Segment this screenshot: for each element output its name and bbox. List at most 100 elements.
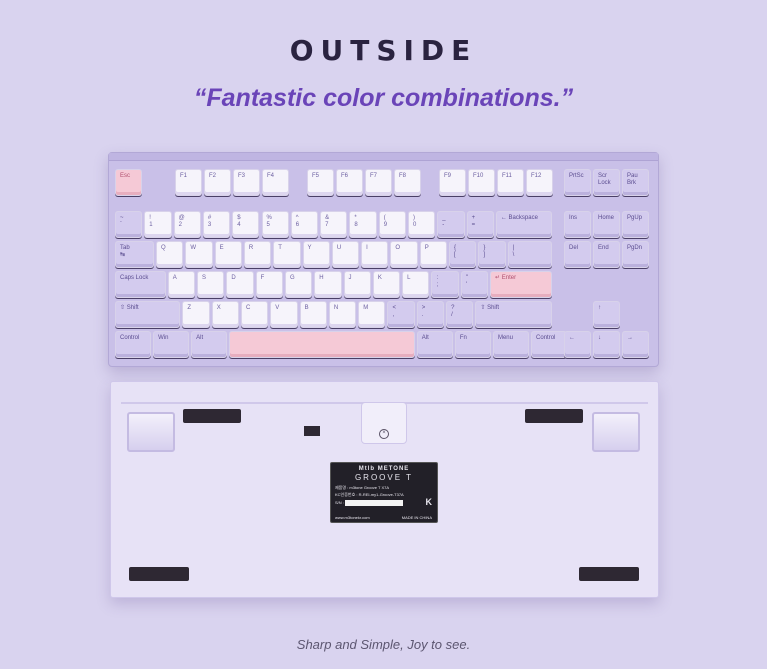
key-shift-row-2: X	[211, 301, 239, 328]
key-shift-row-3: C	[240, 301, 269, 328]
key-fn-row-4: F4	[262, 169, 290, 196]
key-bottom-row-8: ←	[564, 331, 592, 358]
key-tab-row-13: | \	[507, 241, 553, 268]
product-label: Mtlb METONE GROOVE T 제품명 : m3tone Groove…	[330, 462, 438, 523]
key-tab-row-3: E	[214, 241, 242, 268]
rubber-pad-bottom-right	[579, 567, 639, 581]
key-fn-row-3: F3	[233, 169, 261, 196]
key-fn-row-14: Scr Lock	[593, 169, 621, 196]
section-heading: OUTSIDE	[289, 34, 478, 67]
key-shift-row-5: B	[299, 301, 327, 328]
key-shift-row-6: N	[328, 301, 357, 328]
key-tab-row-2: W	[185, 241, 213, 268]
key-tab-row-12: } ]	[478, 241, 506, 268]
key-bottom-row-6: Menu	[492, 331, 530, 358]
key-caps-row-6: H	[314, 271, 342, 298]
key-fn-row-7: F7	[365, 169, 393, 196]
right-foot-stand	[592, 412, 640, 452]
key-num-row-6: ^ 6	[290, 211, 319, 238]
key-shift-row-4: V	[270, 301, 298, 328]
key-tab-row-16: PgDn	[622, 241, 650, 268]
key-num-row-9: ( 9	[378, 211, 406, 238]
key-tab-row-7: U	[331, 241, 360, 268]
key-tab-row-8: I	[361, 241, 389, 268]
label-line-product: 제품명 : m3tone Groove T X7A	[335, 485, 390, 490]
label-website: www.m3tonekr.com	[335, 515, 370, 520]
key-bottom-row-2: Alt	[191, 331, 228, 358]
key-num-row-5: % 5	[261, 211, 289, 238]
left-foot-stand	[127, 412, 175, 452]
cable-channel: ×	[361, 402, 407, 444]
rubber-pad-bottom-left	[129, 567, 189, 581]
key-fn-row-11: F11	[497, 169, 525, 196]
key-tab-row-1: Q	[156, 241, 184, 268]
key-tab-row-9: O	[390, 241, 418, 268]
key-fn-row-13: PrtSc	[564, 169, 592, 196]
key-caps-row-10: : ;	[431, 271, 459, 298]
key-num-row-14: Ins	[564, 211, 592, 238]
key-num-row-12: + =	[466, 211, 494, 238]
key-tab-row-15: End	[593, 241, 621, 268]
keyboard-top-view: Esc F1 F2 F3 F4 F5 F6 F7 F8 F9 F10 F11 F12 PrtSc Scr L…	[108, 152, 659, 367]
label-serial-box	[345, 500, 403, 506]
rubber-pad-top-right	[525, 409, 583, 423]
tagline: “Fantastic color combinations.”	[193, 84, 574, 112]
key-fn-row-15: Pau Brk	[622, 169, 650, 196]
key-shift-row-9: > .	[416, 301, 445, 328]
key-tab-row-11: { [	[449, 241, 477, 268]
label-origin: MADE IN CHINA	[401, 515, 432, 520]
key-shift-row-1: Z	[182, 301, 210, 328]
dip-switch	[304, 426, 320, 436]
key-fn-row-9: F9	[439, 169, 467, 196]
key-bottom-row-10: →	[622, 331, 650, 358]
key-caps-row-5: G	[284, 271, 313, 298]
key-num-row-3: # 3	[202, 211, 231, 238]
key-shift-row-12: ↑	[593, 301, 621, 328]
label-brand: Mtlb METONE	[358, 466, 410, 472]
keyboard-top-edge	[109, 153, 658, 161]
key-num-row-11: _ -	[437, 211, 465, 238]
key-caps-row-1: A	[167, 271, 196, 298]
key-bottom-row-4: Alt	[416, 331, 453, 358]
label-serial-label: S/N :	[335, 500, 344, 505]
caption: Sharp and Simple, Joy to see.	[296, 637, 471, 652]
key-caps-row-4: F	[255, 271, 283, 298]
key-bottom-row-5: Fn	[454, 331, 491, 358]
label-line-certification: KC인증번호 : R-REI-my1-Groove-T37A	[335, 492, 404, 497]
key-caps-row-2: S	[197, 271, 225, 298]
key-fn-row-5: F5	[307, 169, 335, 196]
key-num-row-1: ! 1	[144, 211, 172, 238]
key-caps-row-3: D	[226, 271, 254, 298]
key-bottom-row-1: Win	[153, 331, 190, 358]
kc-mark: K	[425, 497, 433, 507]
key-caps-row-12: ↵ Enter	[490, 271, 553, 298]
key-tab-row-4: R	[243, 241, 272, 268]
key-shift-row-7: M	[358, 301, 386, 328]
key-tab-row-10: P	[419, 241, 448, 268]
key-caps-row-8: K	[372, 271, 401, 298]
key-fn-row-1: F1	[175, 169, 203, 196]
key-num-row-13: ← Backspace	[495, 211, 553, 238]
key-caps-row-0: Caps Lock	[115, 271, 166, 298]
key-shift-row-8: < ,	[387, 301, 415, 328]
key-fn-row-2: F2	[204, 169, 232, 196]
key-num-row-16: PgUp	[622, 211, 650, 238]
key-fn-row-10: F10	[468, 169, 496, 196]
key-caps-row-7: J	[343, 271, 371, 298]
key-tab-row-6: Y	[302, 241, 330, 268]
key-bottom-row-7: Control	[531, 331, 568, 358]
key-fn-row-0: Esc	[115, 169, 143, 196]
label-model: GROOVE T	[354, 473, 414, 482]
key-num-row-2: @ 2	[173, 211, 201, 238]
rubber-pad-top-left	[183, 409, 241, 423]
key-tab-row-5: T	[273, 241, 301, 268]
key-fn-row-6: F6	[336, 169, 364, 196]
key-bottom-row-9: ↓	[593, 331, 621, 358]
usb-port-icon: ×	[379, 429, 389, 439]
key-caps-row-9: L	[402, 271, 430, 298]
keyboard-bottom-view: × Mtlb METONE GROOVE T 제품명 : m3tone Groo…	[110, 381, 659, 598]
key-num-row-7: & 7	[320, 211, 348, 238]
key-tab-row-0: Tab ↹	[115, 241, 155, 268]
key-bottom-row-0: Control	[115, 331, 152, 358]
key-fn-row-8: F8	[394, 169, 422, 196]
